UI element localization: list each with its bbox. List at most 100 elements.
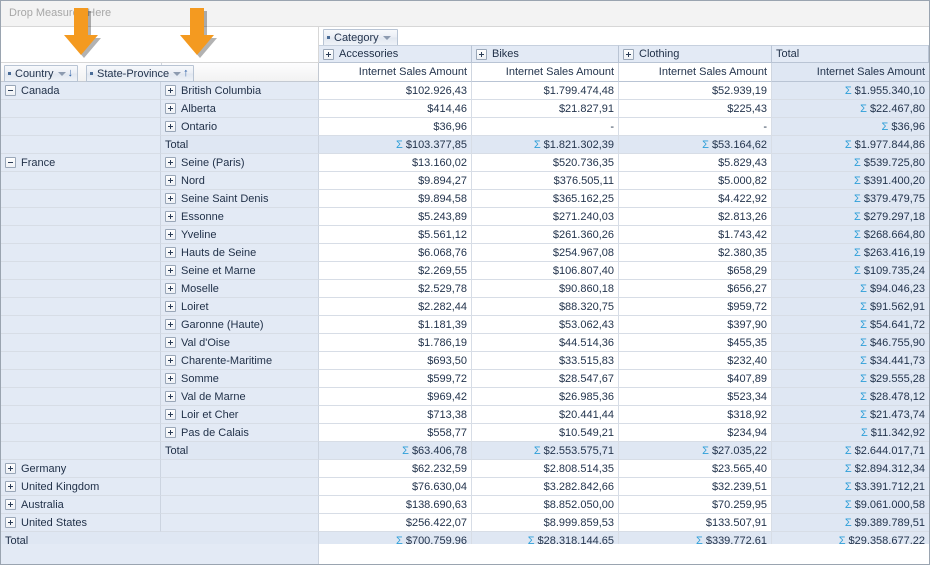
value-cell[interactable]: Σ $1.955.340,10 [772,82,929,100]
value-cell[interactable]: Σ $263.416,19 [772,244,929,262]
value-cell[interactable]: $76.630,04 [319,478,472,496]
row-header-state-province[interactable]: Seine (Paris) [161,154,319,172]
row-header-state-province[interactable]: Loir et Cher [161,406,319,424]
expand-icon[interactable] [165,121,176,132]
pivot-grid-body[interactable]: Canada British Columbia $102.926,43 $1.799.… [1,82,929,544]
value-cell[interactable]: Σ $94.046,23 [772,280,929,298]
column-header-total[interactable]: Total [772,45,929,63]
expand-icon[interactable] [165,175,176,186]
value-cell[interactable]: Σ $27.035,22 [619,442,772,460]
expand-icon[interactable] [165,193,176,204]
value-cell[interactable]: Σ $29.358.677,22 [772,532,929,544]
expand-icon[interactable] [165,157,176,168]
row-header-country[interactable]: United Kingdom [1,478,161,496]
value-cell[interactable]: $5.561,12 [319,226,472,244]
value-cell[interactable]: $693,50 [319,352,472,370]
row-header-state-province[interactable]: Nord [161,172,319,190]
sort-descending-icon[interactable]: ↓ [68,68,74,79]
collapse-icon[interactable] [5,85,16,96]
value-cell[interactable]: $5.243,89 [319,208,472,226]
value-cell[interactable]: Σ $21.473,74 [772,406,929,424]
row-header-subtotal[interactable]: Total [161,442,319,460]
value-cell[interactable]: $9.894,58 [319,190,472,208]
value-cell[interactable]: Σ $103.377,85 [319,136,472,154]
value-cell[interactable]: Σ $391.400,20 [772,172,929,190]
value-cell[interactable]: $656,27 [619,280,772,298]
expand-icon[interactable] [165,409,176,420]
value-cell[interactable]: $10.549,21 [472,424,619,442]
value-cell[interactable]: Σ $28.478,12 [772,388,929,406]
expand-icon[interactable] [165,373,176,384]
value-cell[interactable]: Σ $539.725,80 [772,154,929,172]
collapse-icon[interactable] [5,157,16,168]
value-cell[interactable]: $318,92 [619,406,772,424]
expand-icon[interactable] [165,319,176,330]
expand-icon[interactable] [165,229,176,240]
value-cell[interactable]: $32.239,51 [619,478,772,496]
value-cell[interactable]: Σ $53.164,62 [619,136,772,154]
value-cell[interactable]: $261.360,26 [472,226,619,244]
value-cell[interactable]: $2.282,44 [319,298,472,316]
value-cell[interactable]: $397,90 [619,316,772,334]
row-header-subtotal[interactable]: Total [161,136,319,154]
expand-icon[interactable] [165,355,176,366]
expand-icon[interactable] [165,337,176,348]
value-cell[interactable]: $70.259,95 [619,496,772,514]
row-header-country[interactable]: France [1,154,161,172]
value-cell[interactable]: $455,35 [619,334,772,352]
value-cell[interactable]: Σ $28.318.144,65 [472,532,619,544]
row-header-state-province[interactable]: Moselle [161,280,319,298]
value-cell[interactable]: $44.514,36 [472,334,619,352]
value-cell[interactable]: $138.690,63 [319,496,472,514]
value-cell[interactable]: $376.505,11 [472,172,619,190]
value-cell[interactable]: Σ $379.479,75 [772,190,929,208]
value-cell[interactable]: $599,72 [319,370,472,388]
row-header-state-province[interactable]: Ontario [161,118,319,136]
expand-icon[interactable] [165,427,176,438]
value-cell[interactable]: Σ $63.406,78 [319,442,472,460]
value-cell[interactable]: $2.529,78 [319,280,472,298]
expand-icon[interactable] [323,48,334,60]
value-cell[interactable]: $90.860,18 [472,280,619,298]
value-cell[interactable]: $33.515,83 [472,352,619,370]
row-header-state-province[interactable]: Seine et Marne [161,262,319,280]
row-header-state-province[interactable]: Val d'Oise [161,334,319,352]
expand-icon[interactable] [165,103,176,114]
value-cell[interactable]: $2.808.514,35 [472,460,619,478]
measure-caption[interactable]: Internet Sales Amount [619,63,772,82]
value-cell[interactable]: - [472,118,619,136]
value-cell[interactable]: $254.967,08 [472,244,619,262]
value-cell[interactable]: Σ $34.441,73 [772,352,929,370]
row-header-country[interactable]: Canada [1,82,161,100]
measure-caption[interactable]: Internet Sales Amount [472,63,619,82]
value-cell[interactable]: $365.162,25 [472,190,619,208]
expand-icon[interactable] [165,247,176,258]
value-cell[interactable]: $3.282.842,66 [472,478,619,496]
value-cell[interactable]: Σ $109.735,24 [772,262,929,280]
value-cell[interactable]: $658,29 [619,262,772,280]
value-cell[interactable]: $225,43 [619,100,772,118]
row-header-state-province[interactable]: Essonne [161,208,319,226]
value-cell[interactable]: Σ $279.297,18 [772,208,929,226]
value-cell[interactable]: $21.827,91 [472,100,619,118]
value-cell[interactable]: $36,96 [319,118,472,136]
expand-icon[interactable] [165,265,176,276]
chevron-down-icon[interactable] [382,35,391,40]
value-cell[interactable]: $2.813,26 [619,208,772,226]
value-cell[interactable]: $271.240,03 [472,208,619,226]
value-cell[interactable]: Σ $36,96 [772,118,929,136]
value-cell[interactable]: $62.232,59 [319,460,472,478]
field-chip-country[interactable]: Country ↓ [4,65,79,82]
value-cell[interactable]: $20.441,44 [472,406,619,424]
value-cell[interactable]: $558,77 [319,424,472,442]
drop-columns-zone[interactable] [319,27,929,45]
value-cell[interactable]: $5.000,82 [619,172,772,190]
column-header-bikes[interactable]: Bikes [472,45,619,63]
value-cell[interactable]: $88.320,75 [472,298,619,316]
expand-icon[interactable] [5,499,16,510]
value-cell[interactable]: Σ $29.555,28 [772,370,929,388]
value-cell[interactable]: $713,38 [319,406,472,424]
row-header-state-province[interactable]: Loiret [161,298,319,316]
value-cell[interactable]: $1.799.474,48 [472,82,619,100]
value-cell[interactable]: $106.807,40 [472,262,619,280]
